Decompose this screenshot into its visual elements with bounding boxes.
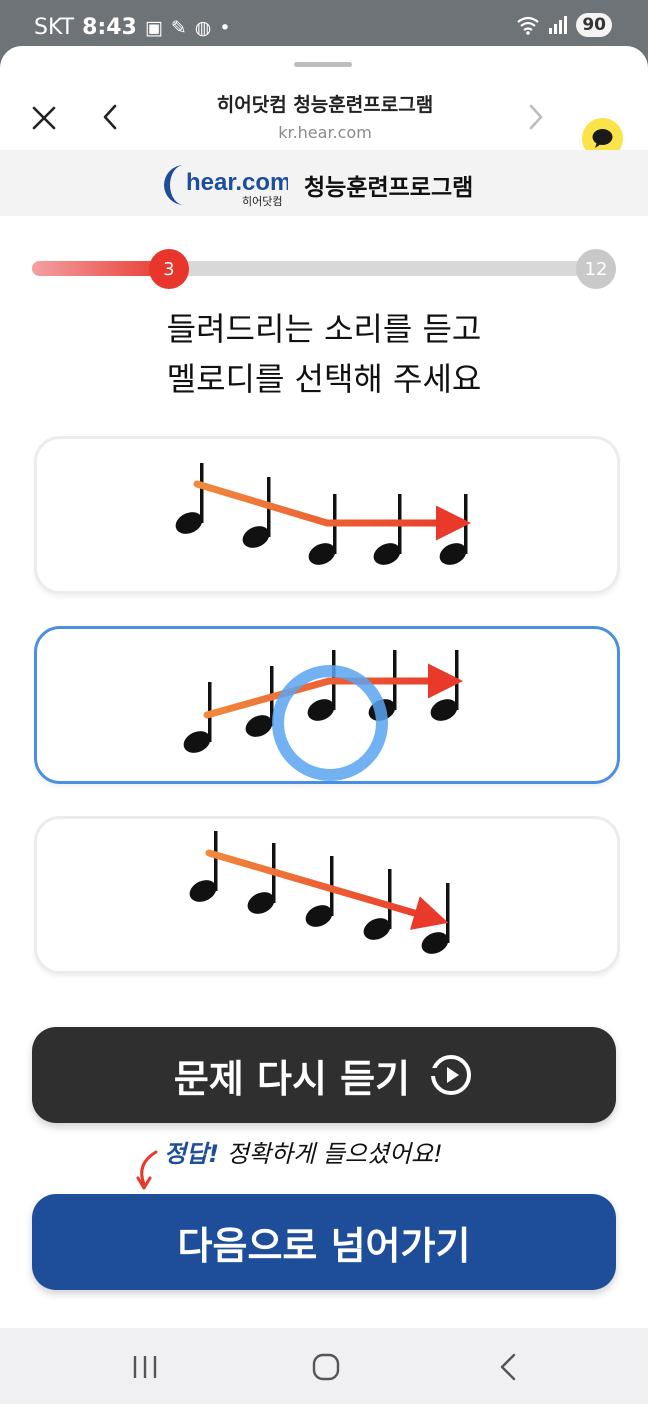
back-arrow-icon[interactable]: [98, 102, 122, 132]
note-5: [439, 494, 468, 565]
instruction-line-2: 멜로디를 선택해 주세요: [166, 360, 482, 398]
svg-text:hear.com: hear.com: [186, 169, 288, 196]
melody-option-1[interactable]: [34, 436, 620, 594]
status-right: 90: [516, 13, 612, 37]
note-3: [305, 856, 334, 927]
battery-indicator: 90: [576, 13, 612, 37]
carrier-label: SKT: [34, 15, 75, 40]
status-bar: SKT 8:43 ▣ ✎ ◍ • 90: [0, 0, 648, 50]
hear-com-logo: hear.com 히어닷컴: [164, 165, 288, 208]
home-icon[interactable]: [311, 1352, 341, 1382]
next-label: 다음으로 넘어가기: [177, 1223, 471, 1268]
screenshot-icon: ▣: [144, 16, 163, 39]
browser-sheet: 히어닷컴 청능훈련프로그램 kr.hear.com hear.com 히어닷컴 …: [0, 46, 648, 1328]
note-1: [183, 682, 212, 753]
note-3: [308, 494, 337, 565]
svg-text:히어닷컴: 히어닷컴: [242, 194, 282, 208]
feedback-text: 정답! 정확하게 들으셨어요!: [164, 1134, 443, 1169]
site-banner: hear.com 히어닷컴 청능훈련프로그램: [0, 150, 648, 216]
dot-icon: •: [219, 16, 231, 39]
melody-notation: [183, 650, 463, 781]
page-url: kr.hear.com: [278, 123, 372, 142]
instruction-line-1: 들려드리는 소리를 듣고: [166, 310, 482, 348]
recent-apps-icon[interactable]: [131, 1354, 159, 1380]
progress-total: 12: [576, 249, 616, 289]
banner-title: 청능훈련프로그램: [304, 175, 474, 201]
progress-current: 3: [148, 249, 189, 289]
clock: 8:43: [82, 15, 137, 40]
system-back-icon[interactable]: [497, 1352, 519, 1382]
melody-option-2[interactable]: [34, 626, 620, 784]
note-2: [247, 843, 276, 914]
system-nav-bar: [0, 1328, 648, 1404]
forward-arrow-icon[interactable]: [524, 102, 548, 132]
globe-icon: ◍: [194, 16, 212, 39]
note-5: [430, 650, 459, 721]
play-circle-icon: [430, 1055, 472, 1095]
melody-arrow: [193, 480, 471, 541]
title-block: 히어닷컴 청능훈련프로그램 kr.hear.com: [150, 90, 500, 142]
drag-handle[interactable]: [294, 62, 352, 67]
signal-icon: [549, 16, 568, 34]
note-1: [189, 831, 218, 902]
browser-toolbar: 히어닷컴 청능훈련프로그램 kr.hear.com: [0, 70, 648, 159]
close-icon[interactable]: [30, 104, 58, 132]
note-2: [242, 477, 271, 548]
melody-option-3[interactable]: [34, 816, 620, 974]
correct-label: 정답!: [164, 1140, 220, 1168]
replay-label: 문제 다시 듣기: [173, 1056, 411, 1101]
melody-notation: [189, 831, 450, 954]
status-left: SKT 8:43 ▣ ✎ ◍ •: [34, 15, 231, 40]
feather-icon: ✎: [170, 16, 187, 39]
tap-indicator-ring: [272, 665, 388, 781]
feedback-message: 정답! 정확하게 들으셨어요!: [136, 1134, 540, 1194]
question-instruction: 들려드리는 소리를 듣고 멜로디를 선택해 주세요: [0, 304, 648, 404]
feedback-detail: 정확하게 들으셨어요!: [226, 1140, 443, 1168]
page-title: 히어닷컴 청능훈련프로그램: [216, 94, 434, 116]
wifi-icon: [517, 16, 540, 35]
note-4: [373, 494, 402, 565]
next-button[interactable]: 다음으로 넘어가기: [32, 1194, 616, 1290]
note-1: [175, 463, 204, 534]
replay-button[interactable]: 문제 다시 듣기: [32, 1027, 616, 1123]
melody-notation: [175, 463, 471, 565]
progress-bar: 3 12: [32, 249, 616, 289]
